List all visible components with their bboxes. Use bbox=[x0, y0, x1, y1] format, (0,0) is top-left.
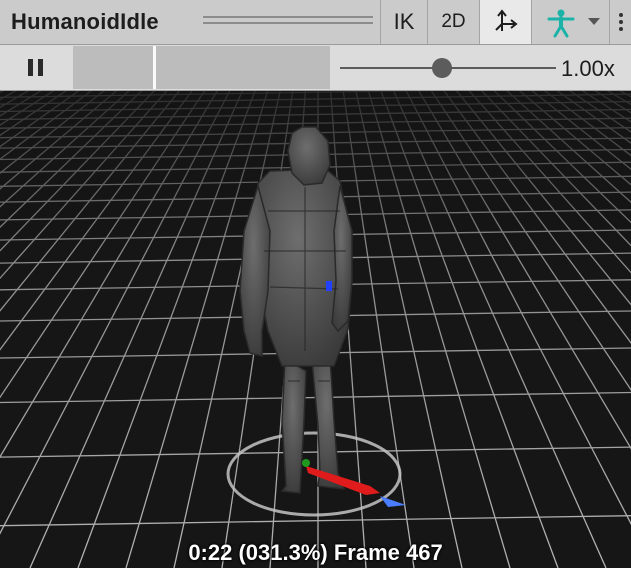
playback-bar: 1.00x bbox=[0, 45, 631, 91]
more-options-icon bbox=[618, 13, 623, 31]
ik-label: IK bbox=[393, 9, 415, 34]
drag-handle[interactable] bbox=[203, 16, 373, 24]
timeline-scrubber[interactable] bbox=[73, 46, 330, 89]
speed-value-label: 1.00x bbox=[561, 56, 615, 81]
2d-label: 2D bbox=[441, 11, 466, 32]
chevron-down-icon bbox=[588, 18, 600, 25]
wrist-marker bbox=[326, 281, 332, 291]
pause-icon bbox=[27, 59, 43, 76]
speed-slider-thumb[interactable] bbox=[432, 58, 452, 78]
frame-status-label: 0:22 (031.3%) Frame 467 bbox=[188, 540, 443, 565]
preview-viewport[interactable]: 0:22 (031.3%) Frame 467 bbox=[0, 91, 631, 568]
animation-preview-window: HumanoidIdle IK 2D 1.00x 0:22 (031.3%) F… bbox=[0, 0, 631, 568]
ik-toggle-button[interactable]: IK bbox=[380, 0, 427, 44]
pause-button[interactable] bbox=[0, 45, 70, 90]
humanoid-avatar-icon bbox=[546, 8, 576, 43]
pivot-toggle-button[interactable] bbox=[479, 0, 531, 44]
2d-toggle-button[interactable]: 2D bbox=[427, 0, 479, 44]
pivot-axes-icon bbox=[493, 7, 519, 38]
timeline-playhead[interactable] bbox=[153, 46, 156, 89]
avatar-selector-dropdown[interactable] bbox=[531, 0, 609, 44]
preview-header: HumanoidIdle IK 2D bbox=[0, 0, 631, 45]
clip-title: HumanoidIdle bbox=[11, 9, 159, 34]
more-options-button[interactable] bbox=[609, 0, 631, 44]
